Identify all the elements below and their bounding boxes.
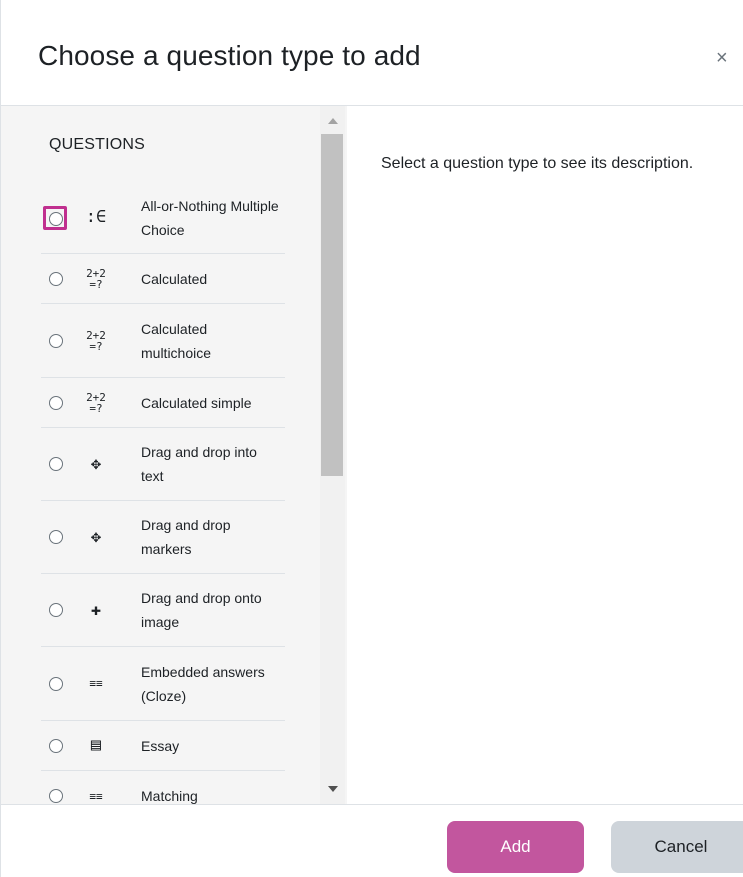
description-pane: Select a question type to see its descri… (347, 106, 743, 804)
cancel-button[interactable]: Cancel (611, 821, 743, 873)
question-type-description: Select a question type to see its descri… (381, 155, 694, 172)
question-type-dialog: Choose a question type to add × QUESTION… (0, 0, 743, 877)
list-item-calculated-multichoice[interactable]: 2+2 =? Calculated multichoice (41, 304, 285, 378)
radio-ddwtos[interactable] (49, 457, 63, 471)
scroll-thumb[interactable] (321, 134, 343, 476)
list-item-calculated[interactable]: 2+2 =? Calculated (41, 254, 285, 304)
scroll-down-arrow-icon[interactable] (328, 786, 338, 792)
close-icon[interactable]: × (716, 48, 728, 68)
radio-multianswer[interactable] (49, 676, 63, 691)
item-label: Essay (141, 737, 180, 754)
list-item-multianswer[interactable]: ≡≡ Embedded answers (Cloze) (41, 647, 285, 721)
item-label: Calculated (141, 270, 208, 287)
item-label: Matching (141, 788, 198, 804)
radio-essay[interactable] (49, 738, 63, 753)
list-item-ddimageortext[interactable]: ✚ Drag and drop onto image (41, 574, 285, 647)
dialog-body: QUESTIONS :∈ All-or-Nothing Multiple Cho… (1, 106, 743, 804)
item-label: Calculated multichoice (141, 320, 212, 361)
radio-calculated-multichoice[interactable] (49, 333, 63, 348)
radio-calculated-simple[interactable] (49, 395, 63, 410)
drag-drop-text-icon: ✥ (90, 453, 102, 474)
calculated-simple-icon: 2+2 =? (86, 390, 106, 415)
item-label: Drag and drop onto image (141, 590, 262, 630)
drag-drop-markers-icon: ✥ (90, 526, 102, 547)
calculated-multichoice-icon: 2+2 =? (86, 328, 106, 353)
scroll-up-arrow-icon[interactable] (328, 118, 338, 124)
radio-all-or-nothing[interactable] (43, 205, 67, 230)
item-label: Calculated simple (141, 394, 252, 411)
dialog-header: Choose a question type to add × (1, 0, 743, 106)
cloze-icon: ≡≡ (89, 677, 103, 690)
item-label: All-or-Nothing Multiple Choice (141, 197, 279, 238)
questions-heading: QUESTIONS (49, 136, 146, 153)
drag-drop-image-icon: ✚ (90, 599, 102, 620)
list-item-all-or-nothing[interactable]: :∈ All-or-Nothing Multiple Choice (41, 182, 285, 254)
list-item-essay[interactable]: ▤ Essay (41, 721, 285, 771)
dialog-footer: Add Cancel (1, 804, 743, 877)
radio-matching[interactable] (49, 789, 63, 803)
question-type-list-pane: QUESTIONS :∈ All-or-Nothing Multiple Cho… (1, 106, 347, 804)
radio-ddimageortext[interactable] (49, 603, 63, 617)
add-button[interactable]: Add (447, 821, 584, 873)
item-label: Drag and drop into text (141, 444, 257, 484)
matching-icon: ≡≡ (89, 789, 103, 803)
dialog-title: Choose a question type to add (38, 40, 421, 71)
item-label: Drag and drop markers (141, 517, 231, 557)
essay-icon: ▤ (90, 735, 102, 755)
radio-ddmarker[interactable] (49, 530, 63, 544)
question-type-list: :∈ All-or-Nothing Multiple Choice 2+2 =?… (41, 182, 285, 804)
calculated-icon: 2+2 =? (86, 266, 106, 291)
list-item-ddwtos[interactable]: ✥ Drag and drop into text (41, 428, 285, 501)
list-scrollbar[interactable] (320, 106, 345, 804)
item-label: Embedded answers (Cloze) (141, 663, 265, 704)
multichoice-icon: :∈ (85, 207, 107, 227)
list-item-calculated-simple[interactable]: 2+2 =? Calculated simple (41, 378, 285, 428)
list-item-ddmarker[interactable]: ✥ Drag and drop markers (41, 501, 285, 574)
radio-calculated[interactable] (49, 271, 63, 286)
list-item-matching[interactable]: ≡≡ Matching (41, 771, 285, 804)
